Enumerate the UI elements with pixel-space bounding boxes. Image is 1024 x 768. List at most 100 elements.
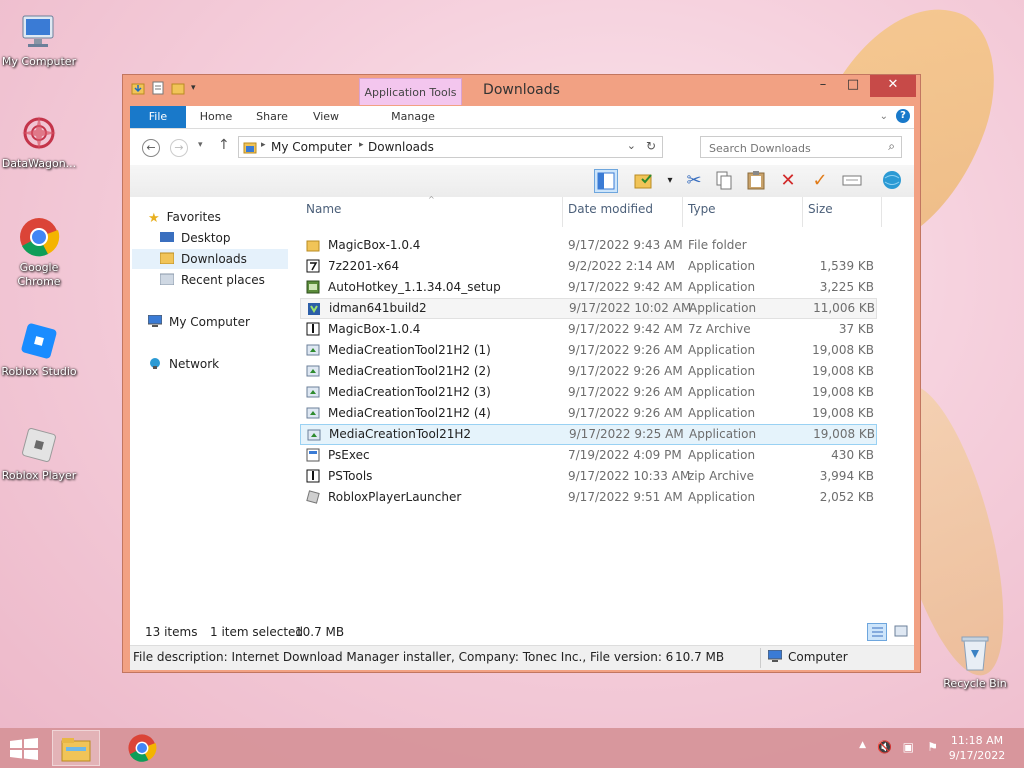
forward-button[interactable]: → <box>170 139 188 157</box>
search-icon[interactable]: ⌕ <box>888 139 895 154</box>
network-icon <box>148 355 162 369</box>
column-divider[interactable] <box>881 197 882 227</box>
preview-pane-icon[interactable] <box>594 169 618 193</box>
mediacreation-icon <box>306 364 320 378</box>
nav-my-computer[interactable]: My Computer <box>147 312 306 332</box>
archive-icon <box>306 322 320 336</box>
file-name: MediaCreationTool21H2 (3) <box>328 385 491 399</box>
file-type: Application <box>688 490 756 504</box>
chevron-down-icon[interactable]: ▾ <box>658 169 682 193</box>
roblox-icon <box>306 490 320 504</box>
column-divider[interactable] <box>802 197 803 227</box>
desktop-icon-recycle-bin[interactable]: Recycle Bin <box>936 632 1014 691</box>
table-row[interactable]: RobloxPlayerLauncher 9/17/2022 9:51 AM App… <box>300 487 877 508</box>
desktop-icon-datawagon[interactable]: DataWagon... <box>0 112 78 171</box>
back-button[interactable]: ← <box>142 139 160 157</box>
details-view-button[interactable] <box>867 623 887 641</box>
copy-icon[interactable] <box>712 169 736 193</box>
table-row[interactable]: MagicBox-1.0.4 9/17/2022 9:42 AM 7z Archiv… <box>300 319 877 340</box>
rename-icon[interactable] <box>840 169 864 193</box>
refresh-icon[interactable]: ↻ <box>646 139 656 153</box>
network-status-icon[interactable]: ▣ <box>903 740 914 754</box>
column-divider[interactable] <box>562 197 563 227</box>
file-date: 9/2/2022 2:14 AM <box>568 259 676 273</box>
breadcrumb-my-computer[interactable]: My Computer <box>271 140 352 154</box>
taskbar-chrome[interactable] <box>118 730 166 766</box>
start-button[interactable] <box>10 738 38 763</box>
file-name: AutoHotkey_1.1.34.04_setup <box>328 280 501 294</box>
tab-home[interactable]: Home <box>192 106 240 128</box>
file-size: 19,008 KB <box>812 385 874 399</box>
tab-manage[interactable]: Manage <box>362 106 464 128</box>
recent-locations-icon[interactable]: ▾ <box>198 140 203 150</box>
desktop-icon-my-computer[interactable]: My Computer <box>0 10 78 69</box>
file-name: idman641build2 <box>329 301 427 315</box>
checkmark-icon[interactable]: ✓ <box>808 169 832 193</box>
minimize-button[interactable]: – <box>808 75 838 97</box>
clock[interactable]: 11:18 AM 9/17/2022 <box>948 733 1006 763</box>
column-header-date-modified[interactable]: Date modified <box>568 202 653 216</box>
file-size: 11,006 KB <box>813 301 875 315</box>
address-bar[interactable]: ▸ My Computer ▸ Downloads ⌄ ↻ <box>238 136 663 158</box>
file-name: MagicBox-1.0.4 <box>328 322 421 336</box>
taskbar-file-explorer[interactable] <box>52 730 100 766</box>
desktop-icon-roblox-player[interactable]: Roblox Player <box>0 424 78 483</box>
up-arrow-icon[interactable]: ↑ <box>218 137 230 153</box>
file-type: Application <box>688 406 756 420</box>
search-input[interactable] <box>707 138 881 158</box>
table-row[interactable]: PSTools 9/17/2022 10:33 AM zip Archive 3,99… <box>300 466 877 487</box>
expand-ribbon-icon[interactable]: ⌄ <box>880 111 888 122</box>
globe-icon[interactable] <box>880 169 904 193</box>
nav-network[interactable]: Network <box>148 354 306 374</box>
table-row[interactable]: 7z2201-x64 9/2/2022 2:14 AM Application 1,5… <box>300 256 877 277</box>
cut-icon[interactable]: ✂ <box>682 169 706 193</box>
column-header-size[interactable]: Size <box>808 202 833 216</box>
large-icons-view-button[interactable] <box>892 623 912 641</box>
tab-share[interactable]: Share <box>248 106 296 128</box>
recent-places-icon <box>159 271 175 286</box>
table-row[interactable]: MediaCreationTool21H2 (1) 9/17/2022 9:26 … <box>300 340 877 361</box>
paste-icon[interactable] <box>744 169 768 193</box>
idm-icon <box>307 302 321 316</box>
file-date: 9/17/2022 9:26 AM <box>568 406 683 420</box>
tab-file[interactable]: File <box>130 106 186 128</box>
mediacreation-icon <box>306 406 320 420</box>
table-row[interactable]: MediaCreationTool21H2 (4) 9/17/2022 9:26 … <box>300 403 877 424</box>
title-bar[interactable]: ▾ Application Tools Downloads – □ ✕ <box>123 75 920 105</box>
table-row[interactable]: MagicBox-1.0.4 9/17/2022 9:43 AM File fold… <box>300 235 877 256</box>
nav-downloads[interactable]: Downloads <box>132 249 288 269</box>
delete-icon[interactable]: ✕ <box>776 169 800 193</box>
computer-icon <box>147 313 163 327</box>
table-row[interactable]: idman641build2 9/17/2022 10:02 AM Applicat… <box>300 298 877 319</box>
table-row[interactable]: AutoHotkey_1.1.34.04_setup 9/17/2022 9:42… <box>300 277 877 298</box>
help-icon[interactable]: ? <box>896 109 910 123</box>
nav-favorites[interactable]: ★ Favorites <box>148 207 306 227</box>
volume-muted-icon[interactable]: 🔇 <box>877 740 892 754</box>
file-description: File description: Internet Download Mana… <box>133 650 673 664</box>
desktop-icon-roblox-studio[interactable]: Roblox Studio <box>0 320 78 379</box>
show-hidden-icons-icon[interactable]: ▲ <box>859 740 866 750</box>
chevron-down-icon[interactable]: ⌄ <box>627 139 636 152</box>
file-name: RobloxPlayerLauncher <box>328 490 462 504</box>
column-header-name[interactable]: Name <box>306 202 341 216</box>
file-size: 19,008 KB <box>812 406 874 420</box>
folder-check-icon[interactable] <box>632 169 656 193</box>
tab-view[interactable]: View <box>304 106 348 128</box>
column-header-type[interactable]: Type <box>688 202 716 216</box>
breadcrumb-downloads[interactable]: Downloads <box>368 140 434 154</box>
table-row[interactable]: PsExec 7/19/2022 4:09 PM Application 430 KB <box>300 445 877 466</box>
file-date: 9/17/2022 9:42 AM <box>568 280 683 294</box>
maximize-button[interactable]: □ <box>838 75 868 97</box>
desktop-icon-google-chrome[interactable]: Google Chrome <box>0 216 78 289</box>
table-row[interactable]: MediaCreationTool21H2 9/17/2022 9:25 AM Ap… <box>300 424 877 445</box>
nav-desktop[interactable]: Desktop <box>160 228 318 248</box>
action-center-icon[interactable]: ⚑ <box>927 740 938 754</box>
file-type: 7z Archive <box>688 322 751 336</box>
computer-icon <box>18 10 60 52</box>
close-button[interactable]: ✕ <box>870 75 916 97</box>
nav-label: Network <box>169 357 220 371</box>
nav-recent-places[interactable]: Recent places <box>159 270 318 290</box>
table-row[interactable]: MediaCreationTool21H2 (2) 9/17/2022 9:26 … <box>300 361 877 382</box>
column-divider[interactable] <box>682 197 683 227</box>
table-row[interactable]: MediaCreationTool21H2 (3) 9/17/2022 9:26 … <box>300 382 877 403</box>
